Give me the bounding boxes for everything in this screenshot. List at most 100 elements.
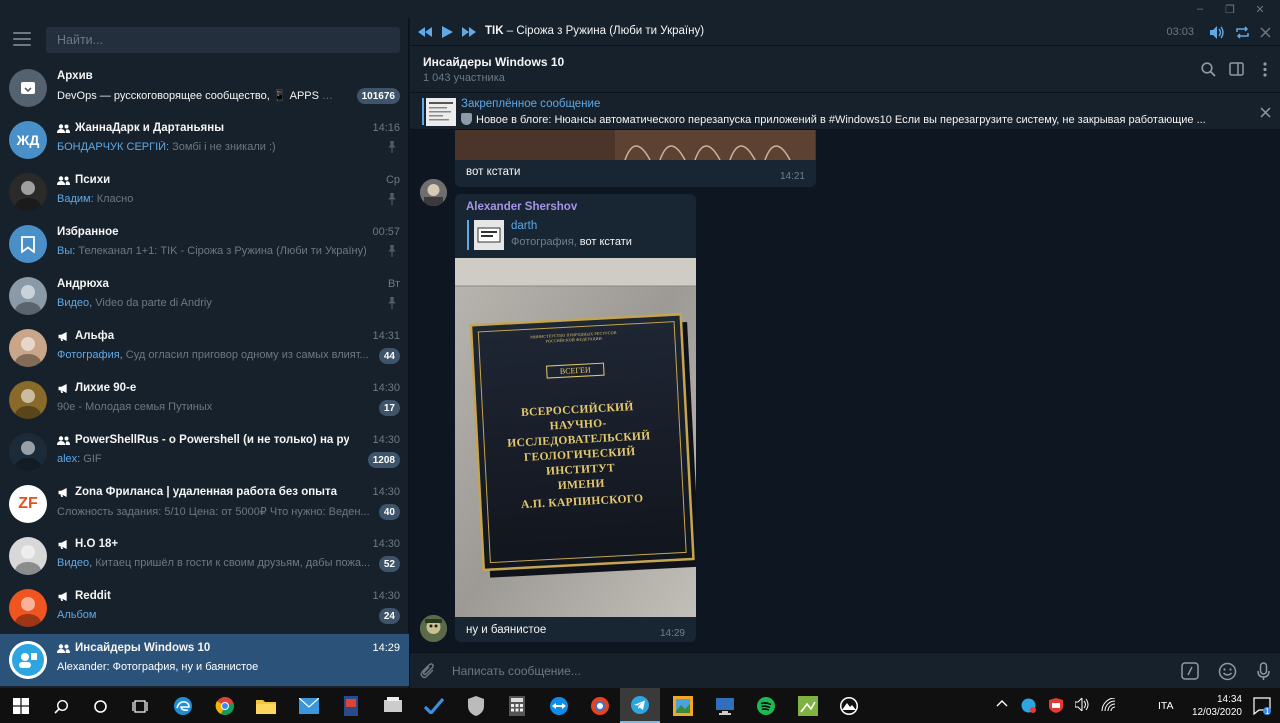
teamviewer-icon[interactable] bbox=[546, 693, 572, 719]
close-player-icon[interactable] bbox=[1258, 25, 1272, 39]
channel-icon bbox=[58, 539, 67, 549]
sender-avatar[interactable] bbox=[420, 615, 447, 642]
next-track-icon[interactable] bbox=[462, 25, 476, 39]
preview-text: Суд огласил приговор одному из самых вли… bbox=[125, 349, 369, 361]
chat-avatar bbox=[9, 225, 47, 263]
chevron-up-icon[interactable] bbox=[996, 698, 1010, 712]
sender-avatar[interactable] bbox=[420, 179, 447, 206]
hamburger-menu-icon[interactable] bbox=[13, 32, 31, 46]
app-icon-mountain[interactable] bbox=[836, 693, 862, 719]
pinned-text-content: Новое в блоге: Нюансы автоматического пе… bbox=[476, 114, 1206, 126]
chat-row[interactable]: Психи Ср Вадим: Класно bbox=[0, 166, 409, 218]
minimize-button[interactable]: – bbox=[1192, 3, 1208, 15]
edge-icon[interactable] bbox=[170, 693, 196, 719]
pin-icon bbox=[387, 296, 397, 309]
file-explorer-icon[interactable] bbox=[253, 693, 279, 719]
app-icon-red[interactable] bbox=[338, 693, 364, 719]
previous-track-icon[interactable] bbox=[418, 25, 432, 39]
message-sender[interactable]: Alexander Shershov bbox=[466, 201, 577, 213]
todo-icon[interactable] bbox=[421, 693, 447, 719]
notifications-icon[interactable]: 1 bbox=[1252, 696, 1272, 716]
search-icon[interactable] bbox=[1200, 61, 1216, 77]
sidebar-header bbox=[0, 18, 409, 62]
chat-row[interactable]: PowerShellRus - о Powershell (и не тольк… bbox=[0, 426, 409, 478]
telegram-tray-icon[interactable] bbox=[1021, 698, 1037, 714]
chat-row[interactable]: Reddit 14:30 Альбом 24 bbox=[0, 582, 409, 634]
more-options-icon[interactable] bbox=[1260, 61, 1270, 77]
bot-commands-icon[interactable] bbox=[1180, 661, 1200, 681]
remote-desktop-icon[interactable] bbox=[712, 693, 738, 719]
reply-author[interactable]: darth bbox=[511, 220, 537, 232]
security-app-icon[interactable] bbox=[463, 693, 489, 719]
wifi-icon[interactable] bbox=[1101, 697, 1117, 714]
play-icon[interactable] bbox=[440, 25, 454, 39]
reply-kind: Фотография, bbox=[511, 236, 580, 248]
chat-row[interactable]: Инсайдеры Windows 10 14:29 Alexander: Фото… bbox=[0, 634, 409, 686]
speaker-icon[interactable] bbox=[1074, 696, 1091, 714]
chat-row[interactable]: Лихие 90-е 14:30 90е - Молодая семья Путин… bbox=[0, 374, 409, 426]
search-input[interactable] bbox=[46, 27, 400, 53]
preview-text: Зомбі і не зникали :) bbox=[172, 141, 276, 153]
emoji-icon[interactable] bbox=[1217, 661, 1237, 681]
chat-header[interactable]: Инсайдеры Windows 10 1 043 участника bbox=[410, 46, 1280, 92]
message-text: вот кстати bbox=[466, 166, 521, 178]
chat-name-text: H.O 18+ bbox=[75, 538, 119, 550]
chat-name-text: Избранное bbox=[57, 226, 119, 238]
unread-badge: 24 bbox=[378, 608, 400, 624]
image-editor-icon[interactable] bbox=[795, 693, 821, 719]
pinned-text: Новое в блоге: Нюансы автоматического пе… bbox=[461, 113, 1236, 126]
chat-row[interactable]: Андрюха Вт Видео, Video da parte di Andriy bbox=[0, 270, 409, 322]
chat-row[interactable]: ZF Zona Фриланса | удаленная работа без о… bbox=[0, 478, 409, 530]
attach-icon[interactable] bbox=[419, 661, 437, 681]
chat-preview: Фотография, Суд огласил приговор одному … bbox=[57, 349, 371, 361]
plaque-lines: ВСЕРОССИЙСКИЙ НАУЧНО- ИССЛЕДОВАТЕЛЬСКИЙ ГЕО… bbox=[477, 398, 682, 515]
message-bubble[interactable]: вот кстати 14:21 bbox=[455, 130, 816, 187]
defender-icon[interactable] bbox=[1049, 698, 1065, 714]
repeat-icon[interactable] bbox=[1234, 25, 1250, 39]
track-name: – Сірожа з Ружина (Люби ти Україну) bbox=[503, 25, 705, 37]
task-view-icon[interactable] bbox=[127, 693, 153, 719]
volume-icon[interactable] bbox=[1209, 25, 1225, 39]
reply-thumbnail bbox=[474, 220, 504, 250]
group-icon bbox=[57, 175, 70, 185]
microphone-icon[interactable] bbox=[1254, 661, 1272, 681]
windows-start-icon[interactable] bbox=[8, 693, 34, 719]
chat-row[interactable]: Архив DevOps — русскоговорящее сообщество… bbox=[0, 62, 409, 114]
close-pinned-icon[interactable] bbox=[1258, 105, 1272, 119]
message-input[interactable] bbox=[452, 659, 1152, 683]
message-bubble-with-reply[interactable]: Alexander Shershov darth Фотография, вот… bbox=[455, 194, 696, 642]
chat-name-text: Reddit bbox=[75, 590, 111, 602]
chat-name: Лихие 90-е bbox=[57, 382, 349, 394]
plaque-ministry: МИНИСТЕРСТВО ПРИРОДНЫХ РЕСУРСОВ РОССИЙСК… bbox=[530, 329, 617, 344]
message-photo[interactable] bbox=[455, 130, 816, 160]
chat-row[interactable]: Альфа 14:31 Фотография, Суд огласил пригов… bbox=[0, 322, 409, 374]
browser-icon[interactable] bbox=[587, 693, 613, 719]
pinned-message-bar[interactable]: Закреплённое сообщение Новое в блоге: Ню… bbox=[410, 92, 1280, 130]
spotify-icon[interactable] bbox=[753, 693, 779, 719]
telegram-taskbar-icon[interactable] bbox=[620, 688, 660, 723]
message-area[interactable]: вот кстати 14:21 Alexander Shershov dart… bbox=[410, 130, 1280, 652]
mail-icon[interactable] bbox=[296, 693, 322, 719]
sidebar-toggle-icon[interactable] bbox=[1228, 61, 1244, 77]
chat-row[interactable]: Избранное 00:57 Вы: Телеканал 1+1: TIK - С… bbox=[0, 218, 409, 270]
chat-row[interactable]: H.O 18+ 14:30 Видео, Китаец пришёл в гости… bbox=[0, 530, 409, 582]
search-taskbar-icon[interactable] bbox=[48, 693, 74, 719]
photos-app-icon[interactable] bbox=[670, 693, 696, 719]
language-indicator[interactable]: ITA bbox=[1158, 700, 1174, 712]
track-artist: TIK bbox=[485, 25, 504, 37]
restore-button[interactable]: ❐ bbox=[1222, 3, 1238, 16]
taskbar-clock[interactable]: 14:34 12/03/2020 bbox=[1192, 693, 1242, 719]
app-icon-grey[interactable] bbox=[380, 693, 406, 719]
preview-sender: Вадим: bbox=[57, 193, 97, 205]
cortana-icon[interactable] bbox=[87, 693, 113, 719]
chat-avatar bbox=[9, 173, 47, 211]
chat-name: Архив bbox=[57, 70, 349, 82]
chat-time: Ср bbox=[385, 174, 400, 186]
window-titlebar: – ❐ ✕ bbox=[0, 0, 1280, 18]
message-photo[interactable]: МИНИСТЕРСТВО ПРИРОДНЫХ РЕСУРСОВ РОССИЙСК… bbox=[455, 258, 696, 617]
chrome-icon[interactable] bbox=[212, 693, 238, 719]
preview-sender: БОНДАРЧУК СЕРГІЙ: bbox=[57, 141, 173, 153]
chat-row[interactable]: ЖД ЖаннаДарк и Дартаньяны 14:16 БОНДАРЧУК С… bbox=[0, 114, 409, 166]
calculator-icon[interactable] bbox=[504, 693, 530, 719]
close-window-button[interactable]: ✕ bbox=[1252, 3, 1268, 16]
